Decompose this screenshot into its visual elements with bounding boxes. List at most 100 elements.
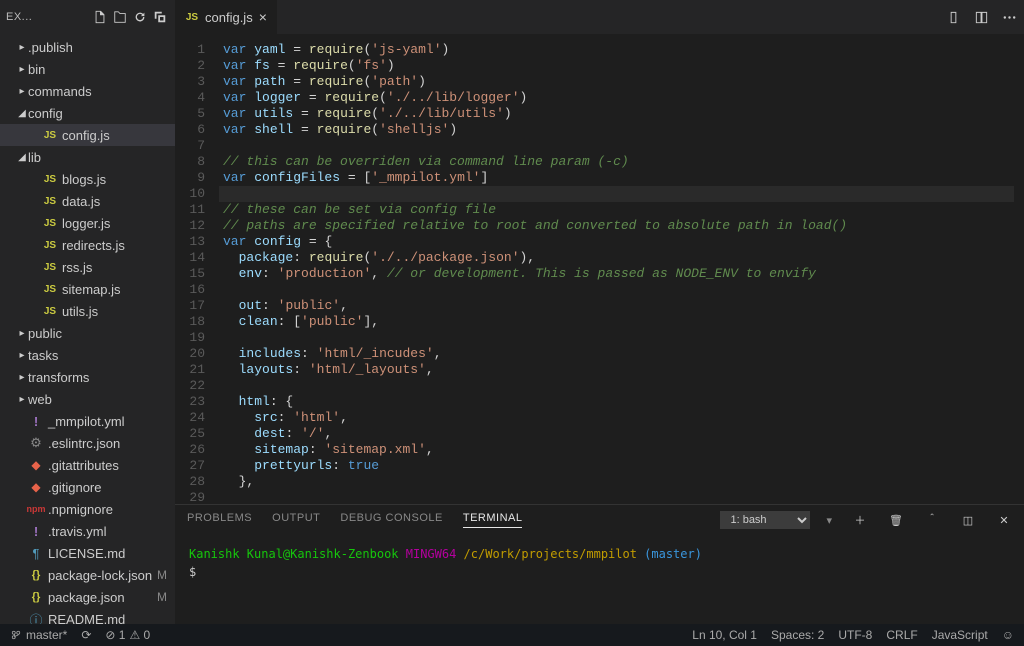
new-folder-icon[interactable] bbox=[111, 8, 129, 26]
tree-item-label: LICENSE.md bbox=[48, 546, 125, 561]
kill-terminal-icon[interactable]: 🗑 bbox=[888, 512, 904, 528]
more-icon[interactable] bbox=[1000, 8, 1018, 26]
file-.eslintrc.json[interactable]: ⚙.eslintrc.json bbox=[0, 432, 175, 454]
code-line-19[interactable] bbox=[219, 330, 1014, 346]
status-warnings[interactable]: ⚠ 0 bbox=[129, 628, 150, 642]
terminal-content[interactable]: Kanishk Kunal@Kanishk-Zenbook MINGW64 /c… bbox=[175, 535, 1024, 624]
split-editor-icon[interactable] bbox=[972, 8, 990, 26]
code-line-29[interactable] bbox=[219, 490, 1014, 504]
file-sitemap.js[interactable]: JSsitemap.js bbox=[0, 278, 175, 300]
code-line-28[interactable]: }, bbox=[219, 474, 1014, 490]
code-line-7[interactable] bbox=[219, 138, 1014, 154]
status-feedback-icon[interactable]: ☺ bbox=[1002, 628, 1014, 642]
terminal-prompt: $ bbox=[189, 563, 1010, 581]
code-line-27[interactable]: prettyurls: true bbox=[219, 458, 1014, 474]
file-.npmignore[interactable]: npm.npmignore bbox=[0, 498, 175, 520]
twisty-icon: ▸ bbox=[16, 64, 28, 75]
file-icon: ⚙ bbox=[28, 435, 44, 451]
code-line-2[interactable]: var fs = require('fs') bbox=[219, 58, 1014, 74]
status-language[interactable]: JavaScript bbox=[932, 628, 988, 642]
code-line-15[interactable]: env: 'production', // or development. Th… bbox=[219, 266, 1014, 282]
code-line-17[interactable]: out: 'public', bbox=[219, 298, 1014, 314]
status-spaces[interactable]: Spaces: 2 bbox=[771, 628, 824, 642]
status-encoding[interactable]: UTF-8 bbox=[838, 628, 872, 642]
code-line-3[interactable]: var path = require('path') bbox=[219, 74, 1014, 90]
refresh-icon[interactable] bbox=[131, 8, 149, 26]
folder-lib[interactable]: ◢lib bbox=[0, 146, 175, 168]
panel-tab-terminal[interactable]: TERMINAL bbox=[463, 512, 523, 528]
tree-item-label: rss.js bbox=[62, 260, 92, 275]
code-line-26[interactable]: sitemap: 'sitemap.xml', bbox=[219, 442, 1014, 458]
file-package.json[interactable]: {}package.jsonM bbox=[0, 586, 175, 608]
code-line-10[interactable] bbox=[219, 186, 1014, 202]
file-LICENSE.md[interactable]: ¶LICENSE.md bbox=[0, 542, 175, 564]
file-tree[interactable]: ▸.publish▸bin▸commands◢configJSconfig.js… bbox=[0, 34, 175, 624]
file-data.js[interactable]: JSdata.js bbox=[0, 190, 175, 212]
folder-public[interactable]: ▸public bbox=[0, 322, 175, 344]
code-line-6[interactable]: var shell = require('shelljs') bbox=[219, 122, 1014, 138]
file-rss.js[interactable]: JSrss.js bbox=[0, 256, 175, 278]
collapse-all-icon[interactable] bbox=[151, 8, 169, 26]
folder-.publish[interactable]: ▸.publish bbox=[0, 36, 175, 58]
file-_mmpilot.yml[interactable]: !_mmpilot.yml bbox=[0, 410, 175, 432]
file-.gitignore[interactable]: ◆.gitignore bbox=[0, 476, 175, 498]
code-line-21[interactable]: layouts: 'html/_layouts', bbox=[219, 362, 1014, 378]
file-.travis.yml[interactable]: !.travis.yml bbox=[0, 520, 175, 542]
code-line-1[interactable]: var yaml = require('js-yaml') bbox=[219, 42, 1014, 58]
file-logger.js[interactable]: JSlogger.js bbox=[0, 212, 175, 234]
status-errors[interactable]: ⊘ 1 bbox=[105, 628, 125, 642]
code-line-25[interactable]: dest: '/', bbox=[219, 426, 1014, 442]
close-icon[interactable]: × bbox=[259, 9, 267, 25]
close-panel-icon[interactable]: ✕ bbox=[996, 512, 1012, 528]
code-content[interactable]: var yaml = require('js-yaml')var fs = re… bbox=[219, 34, 1014, 504]
code-line-20[interactable]: includes: 'html/_incudes', bbox=[219, 346, 1014, 362]
code-line-5[interactable]: var utils = require('./../lib/utils') bbox=[219, 106, 1014, 122]
file-utils.js[interactable]: JSutils.js bbox=[0, 300, 175, 322]
tree-item-label: lib bbox=[28, 150, 41, 165]
minimap[interactable] bbox=[1014, 34, 1024, 504]
code-line-4[interactable]: var logger = require('./../lib/logger') bbox=[219, 90, 1014, 106]
split-terminal-icon[interactable]: ◫ bbox=[960, 512, 976, 528]
tree-item-label: config bbox=[28, 106, 63, 121]
code-line-9[interactable]: var configFiles = ['_mmpilot.yml'] bbox=[219, 170, 1014, 186]
file-blogs.js[interactable]: JSblogs.js bbox=[0, 168, 175, 190]
folder-tasks[interactable]: ▸tasks bbox=[0, 344, 175, 366]
folder-commands[interactable]: ▸commands bbox=[0, 80, 175, 102]
panel-tab-output[interactable]: OUTPUT bbox=[272, 512, 320, 528]
folder-config[interactable]: ◢config bbox=[0, 102, 175, 124]
folder-transforms[interactable]: ▸transforms bbox=[0, 366, 175, 388]
code-line-8[interactable]: // this can be overriden via command lin… bbox=[219, 154, 1014, 170]
panel-tab-problems[interactable]: PROBLEMS bbox=[187, 512, 252, 528]
folder-web[interactable]: ▸web bbox=[0, 388, 175, 410]
code-line-11[interactable]: // these can be set via config file bbox=[219, 202, 1014, 218]
code-line-16[interactable] bbox=[219, 282, 1014, 298]
status-branch[interactable]: master* bbox=[10, 628, 67, 642]
maximize-panel-icon[interactable]: ＾ bbox=[924, 512, 940, 528]
code-line-14[interactable]: package: require('./../package.json'), bbox=[219, 250, 1014, 266]
code-line-24[interactable]: src: 'html', bbox=[219, 410, 1014, 426]
folder-bin[interactable]: ▸bin bbox=[0, 58, 175, 80]
tree-item-label: tasks bbox=[28, 348, 58, 363]
file-package-lock.json[interactable]: {}package-lock.jsonM bbox=[0, 564, 175, 586]
file-redirects.js[interactable]: JSredirects.js bbox=[0, 234, 175, 256]
file-.gitattributes[interactable]: ◆.gitattributes bbox=[0, 454, 175, 476]
code-line-22[interactable] bbox=[219, 378, 1014, 394]
file-icon: JS bbox=[42, 218, 58, 229]
code-line-23[interactable]: html: { bbox=[219, 394, 1014, 410]
code-line-13[interactable]: var config = { bbox=[219, 234, 1014, 250]
tree-item-label: sitemap.js bbox=[62, 282, 121, 297]
file-config.js[interactable]: JSconfig.js bbox=[0, 124, 175, 146]
new-terminal-icon[interactable]: ＋ bbox=[852, 512, 868, 528]
compare-icon[interactable] bbox=[944, 8, 962, 26]
new-file-icon[interactable] bbox=[91, 8, 109, 26]
code-line-12[interactable]: // paths are specified relative to root … bbox=[219, 218, 1014, 234]
code-editor[interactable]: 1234567891011121314151617181920212223242… bbox=[175, 34, 1024, 504]
status-position[interactable]: Ln 10, Col 1 bbox=[692, 628, 757, 642]
tab-config-js[interactable]: JS config.js × bbox=[175, 0, 278, 34]
panel-tab-debug-console[interactable]: DEBUG CONSOLE bbox=[340, 512, 442, 528]
terminal-select[interactable]: 1: bash bbox=[720, 511, 810, 529]
file-README.md[interactable]: ⓘREADME.md bbox=[0, 608, 175, 624]
code-line-18[interactable]: clean: ['public'], bbox=[219, 314, 1014, 330]
status-sync[interactable]: ⟳ bbox=[81, 628, 91, 642]
status-eol[interactable]: CRLF bbox=[886, 628, 917, 642]
